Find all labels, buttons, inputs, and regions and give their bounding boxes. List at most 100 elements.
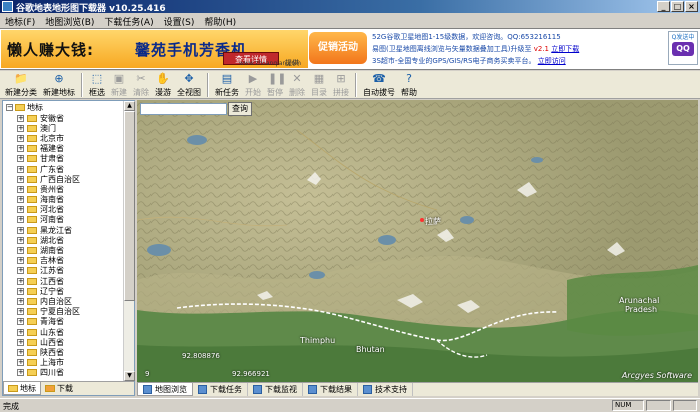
tree-item[interactable]: + 江西省 xyxy=(17,276,80,286)
tree-item[interactable]: + 福建省 xyxy=(17,144,80,154)
tree-item[interactable]: + 安徽省 xyxy=(17,113,80,123)
tab-download-monitor[interactable]: 下载监视 xyxy=(248,383,303,396)
close-button[interactable]: × xyxy=(685,1,698,12)
menu-settings[interactable]: 设置(S) xyxy=(159,14,200,28)
tree-item[interactable]: + 山东省 xyxy=(17,327,80,337)
tab-tech-support[interactable]: 技术支持 xyxy=(358,383,413,396)
expand-icon[interactable]: + xyxy=(17,145,24,153)
expand-icon[interactable]: + xyxy=(17,206,24,214)
tree-item[interactable]: + 陕西省 xyxy=(17,347,80,357)
landmark-tree: − 地标 + 安徽省 + 澳门 + 北京市 + 福建省 + 甘肃省 + 广东省 + 广西自治区 + 贵州省 + 海… xyxy=(3,101,123,381)
visit-link[interactable]: 立即访问 xyxy=(538,57,566,65)
tab-map-browse[interactable]: 地图浏览 xyxy=(137,383,193,396)
expand-icon[interactable]: + xyxy=(17,196,24,204)
help-icon: ? xyxy=(406,72,412,85)
expand-icon[interactable]: + xyxy=(17,297,24,305)
expand-icon[interactable]: + xyxy=(17,369,24,377)
tab-landmark[interactable]: 地标 xyxy=(3,382,41,395)
tree-item[interactable]: + 广西自治区 xyxy=(17,174,80,184)
menu-map-browse[interactable]: 地图浏览(B) xyxy=(40,14,99,28)
expand-icon[interactable]: + xyxy=(17,277,24,285)
tree-root[interactable]: − 地标 xyxy=(6,102,43,113)
expand-icon[interactable]: + xyxy=(17,216,24,224)
ad-left[interactable]: 懒人赚大钱: 馨苑手机芳香机 查看详情 www.zhuanqian.com 提供 xyxy=(1,30,308,68)
clear-button[interactable]: ✂ 清除 xyxy=(130,71,152,98)
scroll-thumb[interactable] xyxy=(124,111,135,301)
expand-icon[interactable]: + xyxy=(17,165,24,173)
expand-icon[interactable]: + xyxy=(17,318,24,326)
tab-download-result[interactable]: 下载结果 xyxy=(303,383,358,396)
tree-item[interactable]: + 宁夏自治区 xyxy=(17,307,80,317)
expand-icon[interactable]: + xyxy=(17,247,24,255)
tree-item[interactable]: + 广东省 xyxy=(17,164,80,174)
menu-download-task[interactable]: 下载任务(A) xyxy=(99,14,158,28)
tree-item[interactable]: + 澳门 xyxy=(17,123,80,133)
scroll-up-icon[interactable]: ▲ xyxy=(124,101,135,111)
maximize-button[interactable]: □ xyxy=(671,1,684,12)
tree-item[interactable]: + 河南省 xyxy=(17,215,80,225)
expand-icon[interactable]: + xyxy=(17,359,24,367)
start-button[interactable]: ▶ 开始 xyxy=(242,71,264,98)
info-line-1: 52G谷歌卫星地图1-15级数据，欢迎咨询。QQ:653216115 xyxy=(372,33,561,41)
menu-landmark[interactable]: 地标(F) xyxy=(0,14,40,28)
expand-icon[interactable]: + xyxy=(17,124,24,132)
full-view-button[interactable]: ✥ 全视图 xyxy=(174,71,204,98)
stitch-button[interactable]: ⊞ 拼接 xyxy=(330,71,352,98)
new-landmark-button[interactable]: ⊕ 新建地标 xyxy=(40,71,78,98)
tree-item[interactable]: + 内自治区 xyxy=(17,296,80,306)
tree-item[interactable]: + 甘肃省 xyxy=(17,154,80,164)
menu-help[interactable]: 帮助(H) xyxy=(199,14,241,28)
map-view[interactable]: 查询 拉萨 Thimphu Bhutan Arunachal Pradesh 9… xyxy=(137,100,698,382)
folder-icon xyxy=(27,297,37,305)
tree-item[interactable]: + 上海市 xyxy=(17,358,80,368)
tree-item[interactable]: + 黑龙江省 xyxy=(17,225,80,235)
collapse-icon[interactable]: − xyxy=(6,104,13,111)
expand-icon[interactable]: + xyxy=(17,287,24,295)
expand-icon[interactable]: + xyxy=(17,236,24,244)
tree-item[interactable]: + 湖南省 xyxy=(17,245,80,255)
expand-icon[interactable]: + xyxy=(17,308,24,316)
pause-button[interactable]: ❚❚ 暂停 xyxy=(264,71,286,98)
expand-icon[interactable]: + xyxy=(17,267,24,275)
auto-dial-button[interactable]: ☎ 自动拔号 xyxy=(360,71,398,98)
promo-badge[interactable]: 促销活动 xyxy=(309,32,367,64)
tree-item[interactable]: + 江苏省 xyxy=(17,266,80,276)
qq-box[interactable]: Q发送中 QQ xyxy=(668,31,698,65)
scroll-down-icon[interactable]: ▼ xyxy=(124,371,135,381)
directory-button[interactable]: ▦ 目录 xyxy=(308,71,330,98)
expand-icon[interactable]: + xyxy=(17,175,24,183)
map-search-input[interactable] xyxy=(140,103,227,115)
minimize-button[interactable]: _ xyxy=(657,1,670,12)
expand-icon[interactable]: + xyxy=(17,226,24,234)
download-link[interactable]: 立即下载 xyxy=(551,45,579,53)
tree-item[interactable]: + 湖北省 xyxy=(17,235,80,245)
new-task-button[interactable]: ▤ 新任务 xyxy=(212,71,242,98)
tree-item[interactable]: + 贵州省 xyxy=(17,184,80,194)
tab-download[interactable]: 下载 xyxy=(41,382,77,395)
delete-button[interactable]: ✕ 删除 xyxy=(286,71,308,98)
tree-item[interactable]: + 辽宁省 xyxy=(17,286,80,296)
tab-download-task[interactable]: 下载任务 xyxy=(193,383,248,396)
tree-item[interactable]: + 吉林省 xyxy=(17,256,80,266)
expand-icon[interactable]: + xyxy=(17,185,24,193)
expand-icon[interactable]: + xyxy=(17,257,24,265)
expand-icon[interactable]: + xyxy=(17,114,24,122)
tree-item[interactable]: + 河北省 xyxy=(17,205,80,215)
expand-icon[interactable]: + xyxy=(17,134,24,142)
tree-item[interactable]: + 海南省 xyxy=(17,195,80,205)
tree-scrollbar[interactable]: ▲ ▼ xyxy=(123,101,135,381)
tree-item[interactable]: + 青海省 xyxy=(17,317,80,327)
new-category-button[interactable]: 📁 新建分类 xyxy=(2,71,40,98)
tree-item[interactable]: + 四川省 xyxy=(17,368,80,378)
tree-item[interactable]: + 北京市 xyxy=(17,133,80,143)
expand-icon[interactable]: + xyxy=(17,348,24,356)
expand-icon[interactable]: + xyxy=(17,338,24,346)
help-button[interactable]: ? 帮助 xyxy=(398,71,420,98)
box-select-button[interactable]: ⬚ 框选 xyxy=(86,71,108,98)
expand-icon[interactable]: + xyxy=(17,328,24,336)
new-button[interactable]: ▣ 新建 xyxy=(108,71,130,98)
tree-item[interactable]: + 山西省 xyxy=(17,337,80,347)
pan-button[interactable]: ✋ 漫游 xyxy=(152,71,174,98)
search-button[interactable]: 查询 xyxy=(228,102,252,116)
expand-icon[interactable]: + xyxy=(17,155,24,163)
